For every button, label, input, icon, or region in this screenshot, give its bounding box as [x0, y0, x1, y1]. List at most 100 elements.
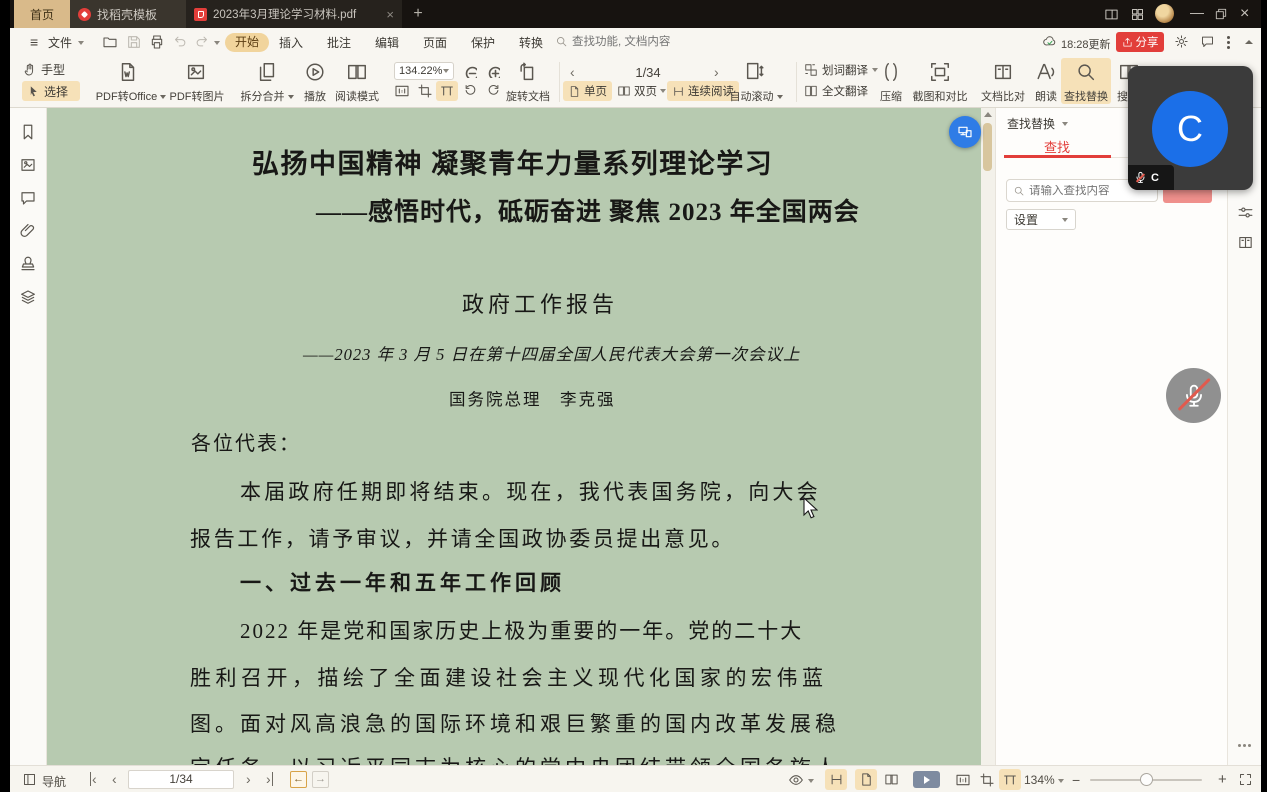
statusbar-zoom-value[interactable]: 134% [1024, 773, 1055, 787]
restore-window-icon[interactable] [1214, 7, 1228, 21]
zoom-minus-button[interactable]: − [1072, 772, 1080, 788]
read-aloud-button[interactable]: 朗读 [1034, 88, 1058, 104]
next-page-button[interactable]: › [246, 772, 251, 786]
find-replace-button[interactable]: 查找替换 [1063, 88, 1109, 104]
settings-gear-icon[interactable] [1174, 34, 1189, 49]
history-forward-button[interactable]: → [312, 771, 329, 788]
mic-toggle-button[interactable] [1166, 368, 1221, 423]
double-page-button[interactable]: 双页 [614, 81, 669, 101]
prev-page-chevron[interactable]: ‹ [570, 65, 575, 79]
history-back-button[interactable]: ← [290, 771, 307, 788]
save-icon[interactable] [126, 34, 142, 50]
apps-grid-icon[interactable] [1130, 7, 1145, 22]
hamburger-icon[interactable]: ≡ [30, 34, 38, 50]
menu-tab-insert[interactable]: 插入 [279, 34, 303, 51]
comments-icon[interactable] [19, 189, 37, 207]
screenshot-compare-button[interactable]: 截图和对比 [912, 88, 968, 104]
zoom-slider-knob[interactable] [1140, 773, 1153, 786]
bookmarks-icon[interactable] [19, 123, 37, 141]
statusbar-play-button[interactable] [913, 771, 940, 788]
tab-home[interactable]: 首页 [14, 0, 70, 28]
eye-protect-caret-icon[interactable] [808, 779, 814, 783]
zoom-out-icon[interactable] [462, 63, 477, 78]
single-page-button[interactable]: 单页 [563, 81, 612, 101]
actual-size-icon[interactable] [394, 83, 410, 99]
next-page-chevron[interactable]: › [714, 65, 719, 79]
undo-icon[interactable] [173, 34, 188, 49]
fit-page-icon[interactable] [417, 83, 433, 99]
statusbar-fit-page-icon[interactable] [979, 772, 995, 788]
zoom-caret-icon[interactable] [1058, 779, 1064, 783]
new-tab-button[interactable]: + [408, 4, 428, 24]
menu-tab-start[interactable]: 开始 [225, 33, 269, 52]
tab-find[interactable]: 查找 [1044, 137, 1070, 156]
attachments-icon[interactable] [19, 222, 37, 240]
minimize-button[interactable]: — [1190, 4, 1204, 20]
full-translate-button[interactable]: 全文翻译 [804, 83, 868, 99]
last-page-button[interactable]: › [266, 772, 273, 786]
eye-protect-icon[interactable] [788, 772, 804, 788]
rotate-doc-button[interactable]: 旋转文档 [505, 88, 551, 104]
menu-tab-edit[interactable]: 编辑 [375, 34, 399, 51]
word-translate-button[interactable]: 划词翻译 [804, 62, 878, 78]
compress-button[interactable]: 压缩 [879, 88, 903, 104]
video-call-overlay[interactable]: C C [1128, 66, 1253, 190]
fit-width-icon[interactable] [439, 83, 455, 99]
print-icon[interactable] [149, 34, 165, 50]
pdf-to-office-button[interactable]: PDF转Office [91, 88, 171, 104]
layout-panes-icon[interactable] [1104, 7, 1119, 22]
scroll-up-arrow-icon[interactable] [984, 112, 992, 117]
settings-select[interactable]: 设置 [1006, 209, 1076, 230]
menu-tab-page[interactable]: 页面 [423, 34, 447, 51]
navigation-panel-icon[interactable] [22, 772, 37, 787]
device-sync-button[interactable] [949, 116, 981, 148]
rotate-left-icon[interactable] [463, 83, 478, 98]
more-options-icon[interactable] [1227, 41, 1230, 44]
reader-panel-icon[interactable] [1237, 234, 1254, 251]
scrollbar-thumb[interactable] [983, 123, 992, 171]
split-merge-button[interactable]: 拆分合并 [238, 88, 296, 104]
rotate-right-icon[interactable] [486, 83, 501, 98]
zoom-in-icon[interactable] [485, 63, 500, 78]
open-folder-icon[interactable] [102, 34, 118, 50]
stamp-icon[interactable] [19, 255, 37, 273]
menu-tab-convert[interactable]: 转换 [519, 34, 543, 51]
statusbar-continuous-icon[interactable] [829, 772, 844, 787]
menu-tab-comment[interactable]: 批注 [327, 34, 351, 51]
zoom-plus-button[interactable]: + [1218, 771, 1227, 788]
prev-page-button[interactable]: ‹ [112, 772, 117, 786]
play-button[interactable]: 播放 [303, 88, 327, 104]
toolbar-page-indicator[interactable]: 1/34 [590, 65, 706, 80]
global-search-input[interactable] [572, 33, 772, 51]
menu-tab-protect[interactable]: 保护 [471, 34, 495, 51]
quickbar-caret-icon[interactable] [214, 41, 220, 45]
tab-document-active[interactable]: 2023年3月理论学习材料.pdf × [186, 0, 402, 28]
statusbar-fit-width-icon[interactable] [1002, 772, 1018, 788]
statusbar-single-page-icon[interactable] [859, 772, 874, 787]
layers-icon[interactable] [19, 288, 37, 306]
fullscreen-icon[interactable] [1238, 772, 1253, 787]
navigation-label[interactable]: 导航 [42, 773, 66, 790]
rail-more-icon[interactable] [1243, 744, 1246, 747]
select-tool-button[interactable]: 选择 [22, 81, 80, 101]
doc-compare-button[interactable]: 文档比对 [979, 88, 1027, 104]
adjust-sliders-icon[interactable] [1237, 204, 1254, 221]
redo-icon[interactable] [194, 34, 209, 49]
panel-title-caret-icon[interactable] [1062, 122, 1068, 126]
first-page-button[interactable]: ‹ [90, 772, 97, 786]
pdf-to-image-button[interactable]: PDF转图片 [168, 88, 226, 104]
statusbar-page-box[interactable]: 1/34 [128, 770, 234, 789]
zoom-value-box[interactable]: 134.22% [394, 62, 454, 80]
thumbnails-icon[interactable] [19, 156, 37, 174]
account-avatar[interactable] [1155, 4, 1174, 23]
share-button[interactable]: 分享 [1116, 32, 1164, 52]
scrollbar-track[interactable] [981, 108, 995, 765]
read-mode-button[interactable]: 阅读模式 [333, 88, 381, 104]
tab-docer[interactable]: 找稻壳模板 [70, 0, 186, 28]
hand-tool-button[interactable]: 手型 [22, 61, 65, 78]
close-window-button[interactable]: × [1240, 5, 1249, 23]
collapse-ribbon-icon[interactable] [1245, 40, 1253, 44]
statusbar-actual-size-icon[interactable] [955, 772, 971, 788]
tab-close-icon[interactable]: × [386, 7, 394, 22]
statusbar-double-page-icon[interactable] [884, 772, 899, 787]
